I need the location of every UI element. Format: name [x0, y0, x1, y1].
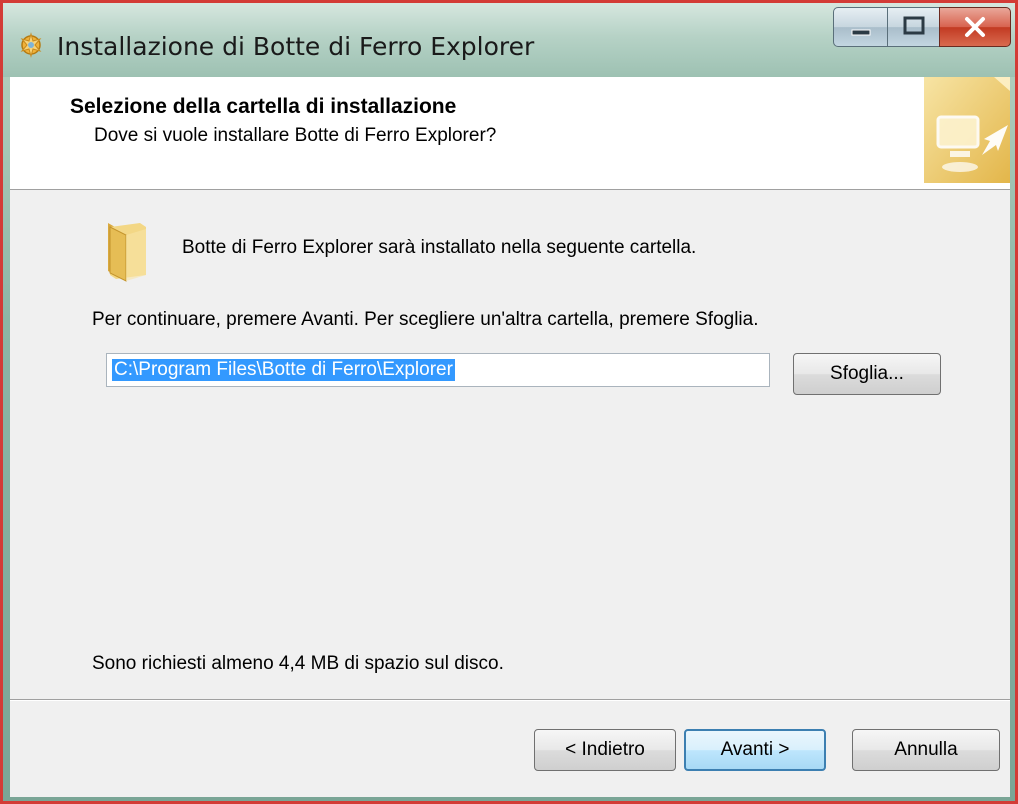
install-path-value[interactable]: C:\Program Files\Botte di Ferro\Explorer	[112, 359, 455, 381]
browse-button[interactable]: Sfoglia...	[793, 353, 941, 395]
close-icon	[965, 17, 985, 37]
dialog-client-area: Selezione della cartella di installazion…	[10, 77, 1010, 797]
install-destination-text: Botte di Ferro Explorer sarà installato …	[182, 237, 697, 258]
instruction-text: Per continuare, premere Avanti. Per sceg…	[92, 309, 759, 330]
disk-space-text: Sono richiesti almeno 4,4 MB di spazio s…	[92, 653, 504, 674]
window-title: Installazione di Botte di Ferro Explorer	[57, 32, 535, 61]
title-bar[interactable]: Installazione di Botte di Ferro Explorer	[3, 3, 1015, 77]
installer-icon	[20, 32, 42, 58]
back-button[interactable]: < Indietro	[534, 729, 676, 771]
page-subtitle: Dove si vuole installare Botte di Ferro …	[94, 125, 497, 146]
close-button[interactable]	[939, 7, 1011, 47]
cancel-button[interactable]: Annulla	[852, 729, 1000, 771]
minimize-icon	[851, 29, 871, 36]
install-path-input[interactable]: C:\Program Files\Botte di Ferro\Explorer	[106, 353, 770, 387]
wizard-header: Selezione della cartella di installazion…	[10, 77, 1010, 190]
next-button[interactable]: Avanti >	[684, 729, 826, 771]
folder-icon	[108, 223, 146, 282]
page-title: Selezione della cartella di installazion…	[70, 95, 457, 118]
footer-divider-highlight	[10, 700, 1010, 701]
maximize-icon	[903, 16, 925, 35]
minimize-button[interactable]	[833, 7, 889, 47]
maximize-button[interactable]	[887, 7, 941, 47]
monitor-arrow-icon	[924, 77, 1010, 183]
window-controls	[829, 7, 1011, 47]
installer-window: Installazione di Botte di Ferro Explorer…	[3, 3, 1015, 801]
